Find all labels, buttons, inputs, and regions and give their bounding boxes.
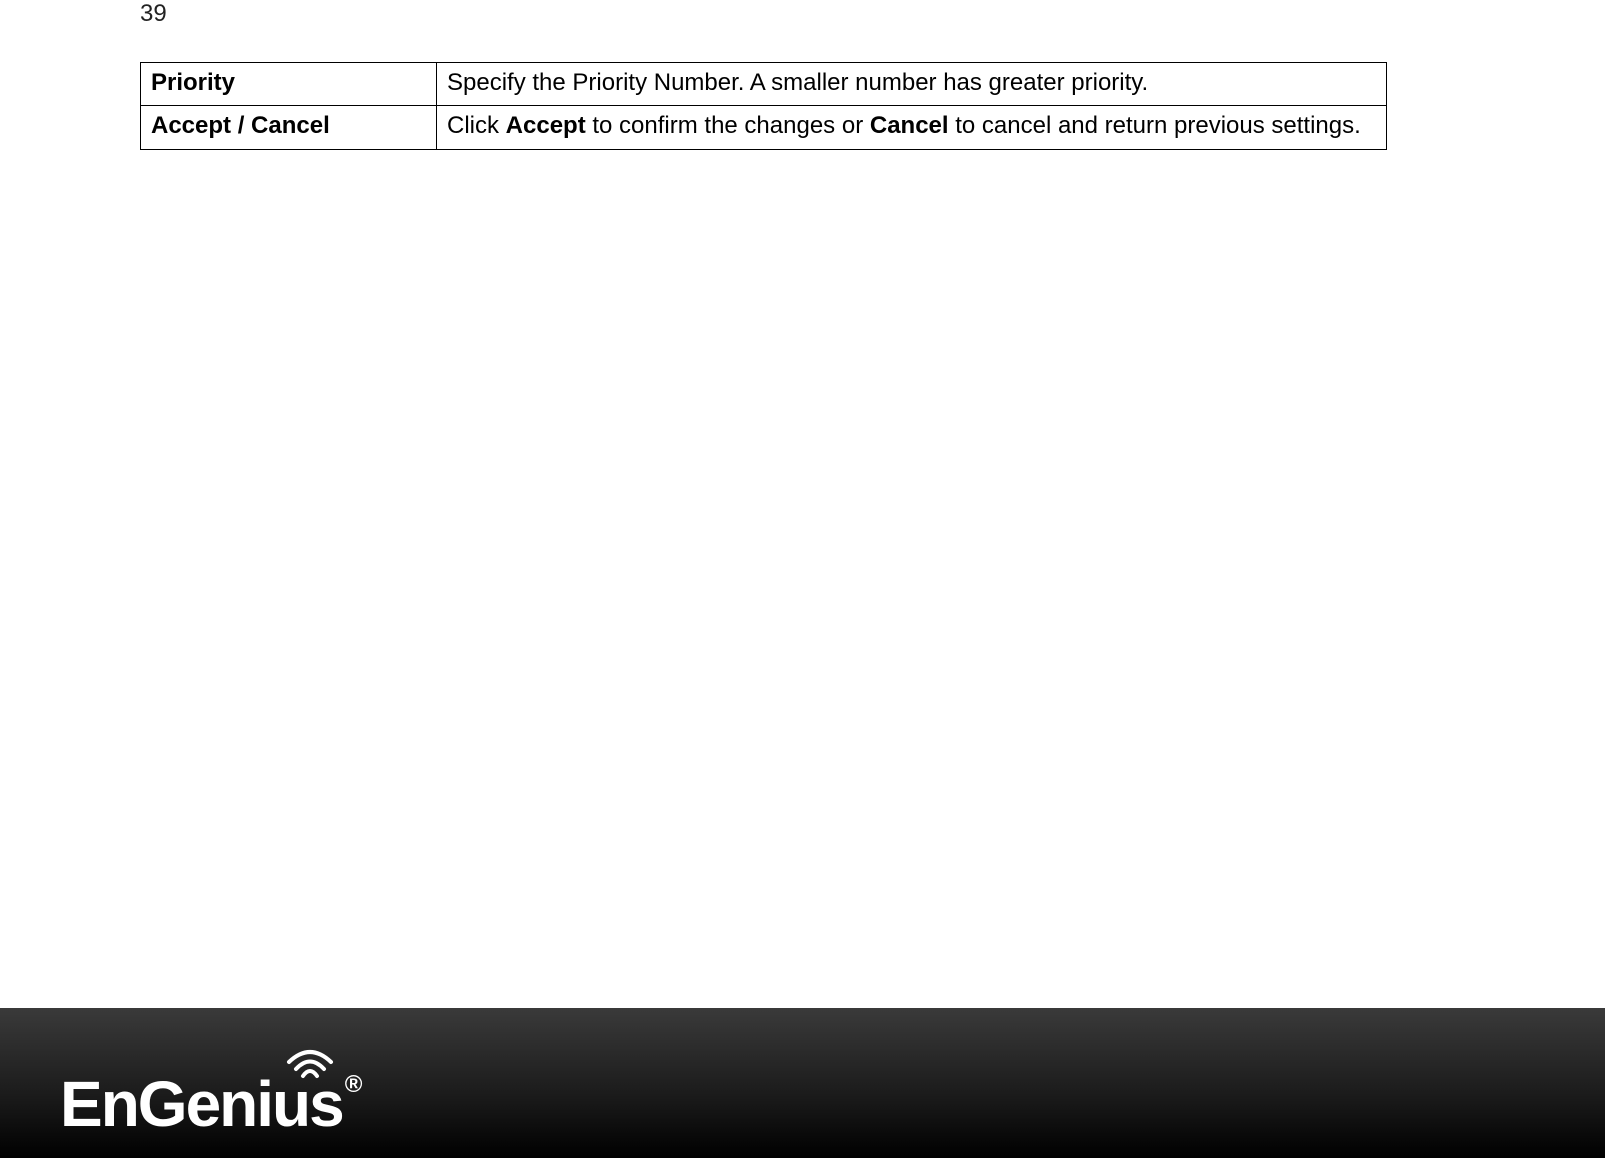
logo-word: EnGenius [60,1068,343,1140]
text-fragment: to cancel and return previous settings. [949,112,1361,139]
logo-text: EnGenius® [60,1072,358,1136]
page-number: 39 [140,0,167,28]
registered-icon: ® [345,1071,361,1098]
text-fragment: to confirm the changes or [586,112,870,139]
text-fragment: Click [447,112,506,139]
table-row: Priority Specify the Priority Number. A … [141,63,1387,106]
brand-logo: EnGenius® [60,1072,358,1136]
bold-cancel: Cancel [870,112,949,139]
row-label: Priority [141,63,437,106]
footer-bar: EnGenius® [0,1008,1605,1158]
row-description: Click Accept to confirm the changes or C… [437,106,1387,149]
definitions-table: Priority Specify the Priority Number. A … [140,62,1387,150]
row-description: Specify the Priority Number. A smaller n… [437,63,1387,106]
bold-accept: Accept [506,112,586,139]
row-label: Accept / Cancel [141,106,437,149]
table-row: Accept / Cancel Click Accept to confirm … [141,106,1387,149]
